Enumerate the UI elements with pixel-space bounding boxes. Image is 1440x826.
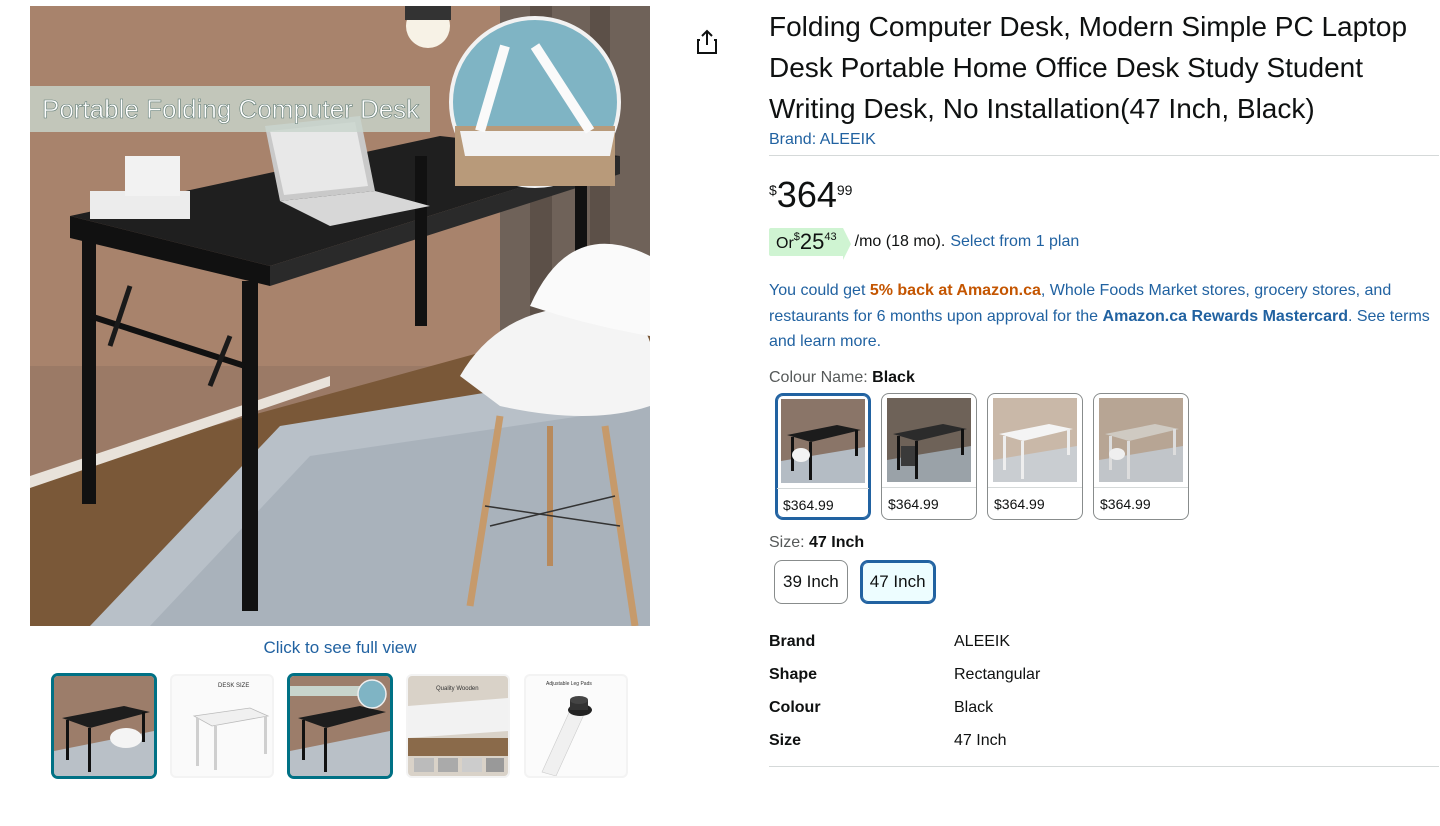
- swatch-grey-wood[interactable]: $364.99: [1093, 392, 1189, 520]
- thumb-adjustable-leg-pads[interactable]: Adjustable Leg Pads: [524, 674, 628, 778]
- rewards-text-1: You could get: [769, 282, 870, 299]
- brand-link[interactable]: Brand: ALEEIK: [769, 131, 876, 149]
- price-fraction: 99: [836, 182, 853, 198]
- colour-value: Black: [872, 368, 915, 386]
- size-label-text: Size:: [769, 533, 810, 551]
- spec-row: Size 47 Inch: [769, 725, 1439, 758]
- swatch-black[interactable]: $364.99: [775, 392, 871, 520]
- size-option-39-inch[interactable]: 39 Inch: [774, 559, 848, 604]
- swatch-black-marble[interactable]: $364.99: [881, 392, 977, 520]
- installment-prefix: Or: [776, 235, 794, 252]
- product-specs-table: Brand ALEEIK Shape Rectangular Colour Bl…: [769, 626, 1439, 758]
- swatch-price: $364.99: [882, 486, 976, 512]
- size-value: 47 Inch: [809, 533, 865, 551]
- colour-label: Colour Name: Black: [769, 369, 1439, 387]
- spec-value: 47 Inch: [954, 732, 1007, 749]
- colour-swatches: $364.99 $364.99 $364.99 $364.99: [775, 392, 1439, 520]
- swatch-price: $364.99: [777, 487, 869, 513]
- product-details: Folding Computer Desk, Modern Simple PC …: [769, 6, 1439, 767]
- thumb-dimensions[interactable]: DESK SIZE: [170, 674, 274, 778]
- size-options: 39 Inch 47 Inch: [774, 559, 1439, 604]
- swatch-price: $364.99: [988, 486, 1082, 512]
- spec-row: Colour Black: [769, 692, 1439, 725]
- spec-key: Shape: [769, 666, 818, 683]
- installment-terms: /mo (18 mo).: [854, 233, 946, 250]
- swatch-black-image: [781, 398, 865, 483]
- full-view-link[interactable]: Click to see full view: [30, 638, 650, 658]
- thumb-dimensions-text: DESK SIZE: [218, 683, 249, 689]
- installment-fraction: 43: [824, 231, 837, 243]
- thumb-quality-text: Quality Wooden: [436, 686, 479, 692]
- select-plan-link[interactable]: Select from 1 plan: [950, 233, 1079, 251]
- thumb-leg-pads-text: Adjustable Leg Pads: [546, 681, 592, 687]
- spec-row: Brand ALEEIK: [769, 626, 1439, 659]
- thumb-black-desk[interactable]: [52, 674, 156, 778]
- installment-offer: Or $ 25 43 /mo (18 mo). Select from 1 pl…: [769, 228, 1439, 260]
- spec-key: Brand: [769, 633, 816, 650]
- swatch-grey-wood-image: [1099, 397, 1183, 482]
- price-whole: 364: [776, 174, 837, 215]
- swatch-white[interactable]: $364.99: [987, 392, 1083, 520]
- spec-value: Rectangular: [954, 666, 1041, 683]
- price-symbol: $: [769, 182, 777, 198]
- size-option-47-inch[interactable]: 47 Inch: [859, 559, 936, 604]
- spec-row: Shape Rectangular: [769, 659, 1439, 692]
- spec-key: Colour: [769, 699, 821, 716]
- spec-key: Size: [769, 732, 802, 749]
- banner-text: Portable Folding Computer Desk: [42, 94, 420, 124]
- product-title: Folding Computer Desk, Modern Simple PC …: [769, 11, 1408, 124]
- swatch-price: $364.99: [1094, 486, 1188, 512]
- installment-whole: 25: [799, 229, 825, 254]
- price: $ 364 99: [769, 176, 1439, 214]
- divider: [769, 765, 1439, 767]
- share-icon[interactable]: [693, 28, 721, 56]
- divider: [769, 155, 1439, 156]
- swatch-white-image: [993, 397, 1077, 482]
- size-label: Size: 47 Inch: [769, 534, 1439, 552]
- thumb-quality-wooden[interactable]: Quality Wooden: [406, 674, 510, 778]
- rewards-highlight: 5% back at Amazon.ca: [869, 282, 1041, 299]
- thumbnail-strip: DESK SIZE Quality Wooden Adjustable Leg …: [52, 674, 628, 778]
- spec-value: Black: [954, 699, 994, 716]
- thumb-black-desk-banner[interactable]: [288, 674, 392, 778]
- rewards-offer[interactable]: You could get 5% back at Amazon.ca, Whol…: [769, 278, 1434, 355]
- colour-label-text: Colour Name:: [769, 368, 873, 386]
- swatch-black-marble-image: [887, 397, 971, 482]
- installment-pill: Or $ 25 43: [769, 228, 851, 260]
- spec-value: ALEEIK: [954, 633, 1011, 650]
- main-product-image[interactable]: Portable Folding Computer Desk: [30, 6, 650, 626]
- rewards-card-name: Amazon.ca Rewards Mastercard: [1102, 307, 1348, 325]
